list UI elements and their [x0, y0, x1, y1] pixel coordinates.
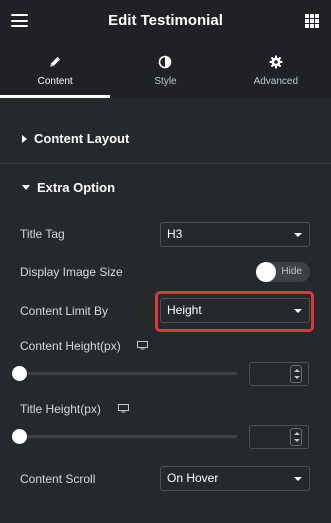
display-image-size-label: Display Image Size	[20, 265, 123, 279]
section-title: Extra Option	[37, 180, 116, 195]
content-limit-by-label: Content Limit By	[20, 304, 109, 318]
panel-title: Edit Testimonial	[108, 12, 223, 29]
toggle-knob	[256, 262, 276, 282]
tab-advanced-label: Advanced	[253, 76, 299, 87]
section-title: Content Layout	[34, 131, 130, 146]
tab-content-label: Content	[37, 76, 73, 87]
caret-down-icon	[22, 185, 30, 190]
content-height-label: Content Height(px)	[20, 339, 121, 353]
chevron-down-icon	[294, 477, 302, 481]
content-height-slider-track[interactable]	[20, 372, 237, 375]
content-scroll-value: On Hover	[167, 471, 219, 485]
tab-advanced[interactable]: Advanced	[221, 42, 331, 98]
content-scroll-label: Content Scroll	[20, 472, 96, 486]
pencil-icon	[50, 57, 61, 67]
title-tag-label: Title Tag	[20, 227, 65, 241]
content-limit-by-select[interactable]: Height	[160, 298, 310, 323]
content-limit-by-value: Height	[167, 303, 202, 317]
grid-apps-icon[interactable]	[305, 14, 319, 28]
tab-content[interactable]: Content	[0, 42, 111, 98]
tab-style[interactable]: Style	[110, 42, 220, 98]
content-scroll-select[interactable]: On Hover	[160, 466, 310, 491]
desktop-monitor-icon[interactable]	[118, 404, 129, 413]
content-height-input[interactable]	[249, 362, 309, 386]
panel-tabs: Content Style Advanced	[0, 42, 331, 98]
caret-right-icon	[22, 134, 27, 143]
desktop-monitor-icon[interactable]	[137, 341, 148, 350]
half-circle-icon	[159, 55, 172, 69]
title-tag-select[interactable]: H3	[160, 222, 310, 247]
title-height-label: Title Height(px)	[20, 402, 101, 416]
title-height-slider-track[interactable]	[20, 435, 237, 438]
section-content-layout[interactable]: Content Layout	[0, 114, 331, 163]
top-bar: Edit Testimonial	[0, 0, 331, 42]
gear-icon	[269, 55, 283, 69]
title-height-input[interactable]	[249, 425, 309, 449]
display-image-size-toggle[interactable]: Hide	[256, 262, 310, 282]
toggle-text: Hide	[281, 266, 302, 277]
number-stepper[interactable]	[290, 428, 302, 446]
chevron-down-icon	[294, 233, 302, 237]
section-extra-option[interactable]: Extra Option	[0, 163, 331, 212]
tab-style-label: Style	[154, 76, 177, 87]
chevron-down-icon	[294, 309, 302, 313]
title-height-slider-handle[interactable]	[12, 429, 27, 444]
number-stepper[interactable]	[290, 365, 302, 383]
title-tag-value: H3	[167, 227, 183, 241]
content-height-slider-handle[interactable]	[12, 366, 27, 381]
